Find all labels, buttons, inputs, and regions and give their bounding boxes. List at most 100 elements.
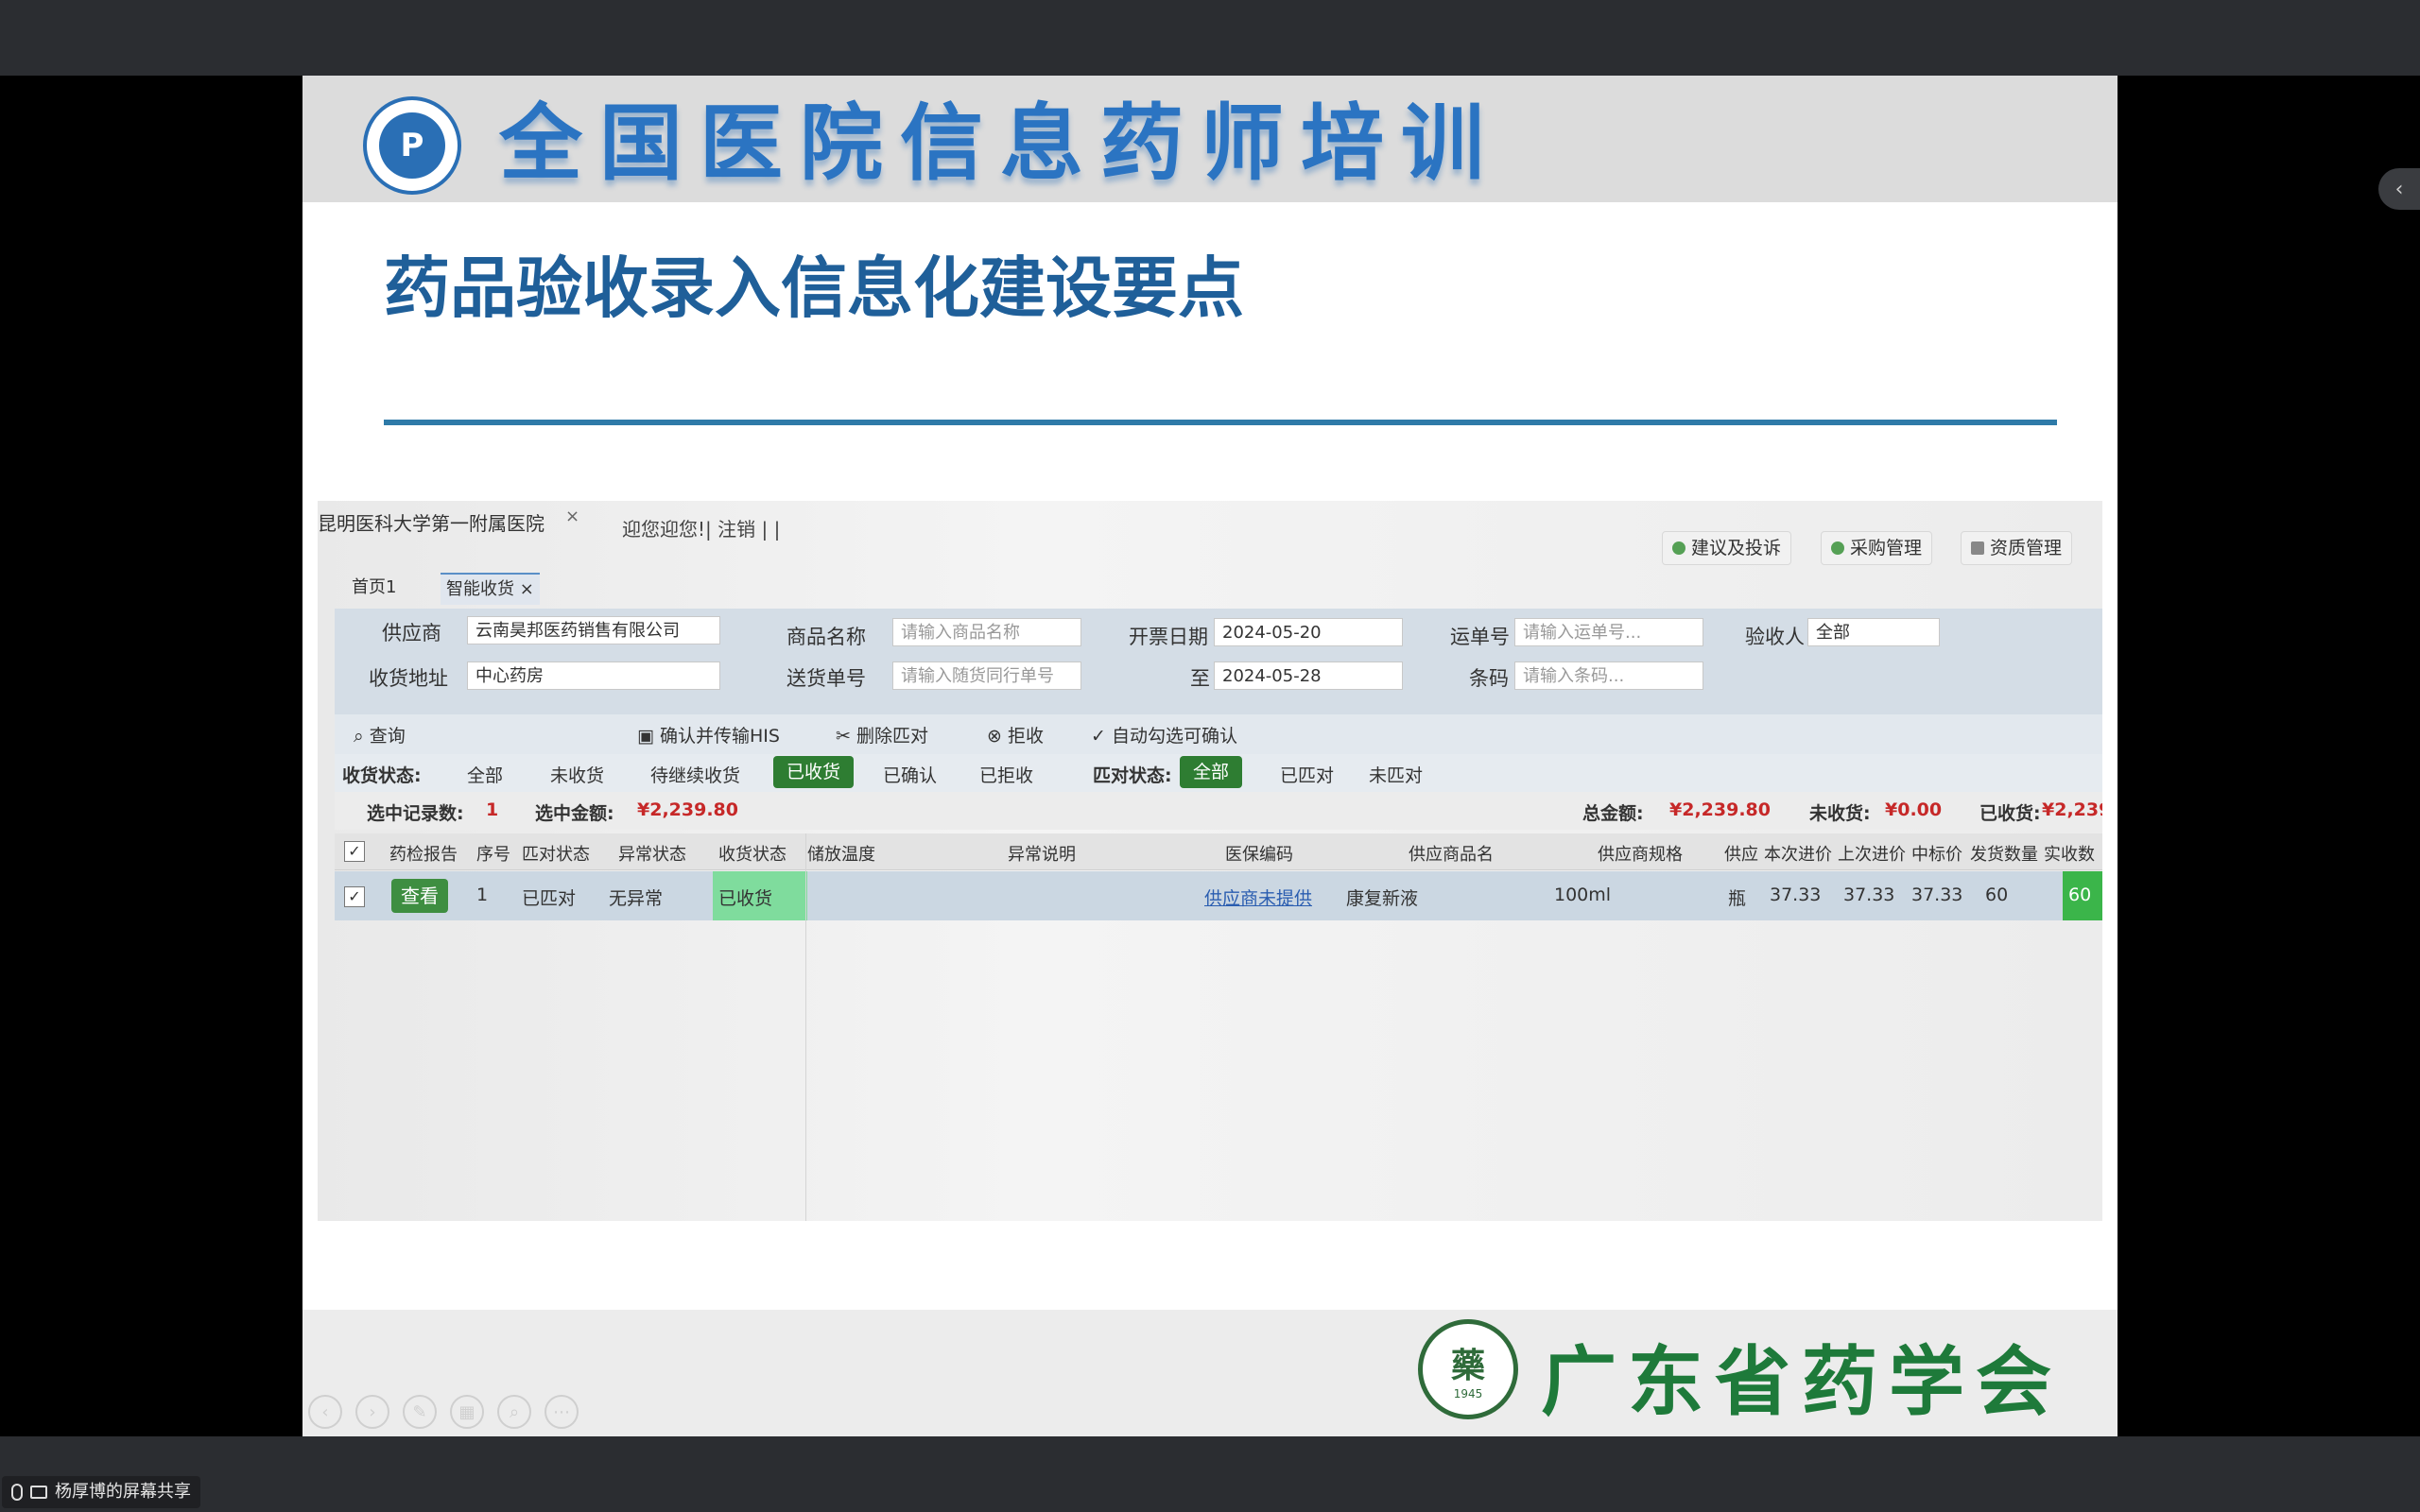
row-checkbox: ✓ <box>344 886 365 907</box>
selected-amount: ¥2,239.80 <box>637 799 738 820</box>
slideshow-controls: ‹ › ✎ ▦ ⌕ ⋯ <box>308 1395 579 1429</box>
invoice-date-label: 开票日期 <box>1129 626 1208 648</box>
slide-title: 药品验收录入信息化建设要点 <box>384 249 1244 327</box>
view-report-button: 查看 <box>391 879 448 913</box>
inspector-label: 验收人 <box>1745 626 1805 648</box>
col-price-now: 本次进价 <box>1764 845 1832 865</box>
presentation-slide: P 全国医院信息药师培训 药品验收录入信息化建设要点 昆明医科大学第一附属医院 … <box>302 76 2118 1436</box>
product-label: 商品名称 <box>786 626 866 648</box>
welcome-text: 迎您迎您!| 注销 | | <box>622 518 781 541</box>
unreceived-label: 未收货: <box>1809 803 1871 824</box>
close-icon: × <box>565 507 580 526</box>
screen-share-indicator: 杨厚博的屏幕共享 <box>2 1476 200 1508</box>
waybill-label: 运单号 <box>1450 626 1510 648</box>
address-select: 中心药房 <box>467 662 720 690</box>
col-insurance-code: 医保编码 <box>1225 845 1293 865</box>
circle-icon <box>1672 541 1685 555</box>
next-icon: › <box>355 1395 389 1429</box>
column-divider <box>805 833 806 1221</box>
table-row: ✓ 查看 1 已匹对 无异常 已收货 供应商未提供 康复新液 100ml 瓶 3… <box>335 871 2102 920</box>
to-label: 至 <box>1190 667 1210 690</box>
slide-header-band: P 全国医院信息药师培训 <box>302 76 2118 202</box>
hospital-tab: 昆明医科大学第一附属医院 <box>318 512 544 535</box>
col-supply: 供应 <box>1724 845 1758 865</box>
cell-spec: 100ml <box>1554 885 1612 905</box>
close-icon: × <box>519 579 534 599</box>
col-abnormal-desc: 异常说明 <box>1008 845 1076 865</box>
barcode-input: 请输入条码... <box>1514 662 1703 690</box>
total-label: 总金额: <box>1582 803 1644 824</box>
col-ship-qty: 发货数量 <box>1970 845 2038 865</box>
meeting-top-bar <box>0 0 2420 76</box>
date-to-input: 2024-05-28 <box>1214 662 1403 690</box>
selected-count: 1 <box>486 799 499 820</box>
cell-abnormal: 无异常 <box>609 888 664 909</box>
received-amount: ¥2,239. <box>2042 799 2102 820</box>
status-pending: 待继续收货 <box>650 765 741 786</box>
circle-icon <box>1831 541 1844 555</box>
sharer-name: 杨厚博的屏幕共享 <box>55 1482 191 1502</box>
status-unreceived: 未收货 <box>550 765 605 786</box>
match-matched: 已匹对 <box>1280 765 1335 786</box>
cell-price-now: 37.33 <box>1770 885 1822 905</box>
more-icon: ⋯ <box>544 1395 579 1429</box>
inspector-select: 全部 <box>1807 618 1940 646</box>
col-recv-qty: 实收数 <box>2044 845 2095 865</box>
society-seal-icon: 藥 1945 <box>1418 1319 1518 1419</box>
match-label: 匹对状态: <box>1093 765 1172 786</box>
status-received: 已收货 <box>773 756 855 788</box>
cell-unit: 瓶 <box>1728 888 1747 909</box>
tab-home: 首页1 <box>352 577 397 597</box>
training-logo-icon: P <box>363 96 461 195</box>
cell-insurance-code: 供应商未提供 <box>1204 888 1313 909</box>
query-button: ⌕ 查询 <box>354 726 406 747</box>
collapse-panel-button[interactable]: ‹ <box>2378 168 2420 210</box>
slides-icon: ▦ <box>450 1395 484 1429</box>
supplier-label: 供应商 <box>382 622 441 644</box>
col-seq: 序号 <box>476 845 510 865</box>
society-name: 广东省药学会 <box>1541 1338 2063 1426</box>
cell-product-name: 康复新液 <box>1346 888 1419 909</box>
select-all-checkbox: ✓ <box>344 841 365 862</box>
training-program-title: 全国医院信息药师培训 <box>499 94 1502 192</box>
status-label: 收货状态: <box>342 765 422 786</box>
col-spec: 供应商规格 <box>1598 845 1683 865</box>
match-unmatched: 未匹对 <box>1369 765 1424 786</box>
cell-recv-status: 已收货 <box>718 888 773 909</box>
previous-icon: ‹ <box>308 1395 342 1429</box>
match-all: 全部 <box>1180 756 1243 788</box>
total-amount: ¥2,239.80 <box>1669 799 1771 820</box>
zoom-icon: ⌕ <box>497 1395 531 1429</box>
cell-bid-price: 37.33 <box>1911 885 1963 905</box>
waybill-input: 请输入运单号... <box>1514 618 1703 646</box>
doc-icon <box>1971 541 1984 555</box>
product-input: 请输入商品名称 <box>892 618 1081 646</box>
status-all: 全部 <box>467 765 504 786</box>
col-product-name: 供应商品名 <box>1409 845 1494 865</box>
date-from-input: 2024-05-20 <box>1214 618 1403 646</box>
barcode-label: 条码 <box>1469 667 1509 690</box>
address-label: 收货地址 <box>369 667 448 690</box>
filter-panel: 供应商 云南昊邦医药销售有限公司 收货地址 中心药房 商品名称 请输入商品名称 … <box>335 609 2102 716</box>
system-screenshot: 昆明医科大学第一附属医院 × 迎您迎您!| 注销 | | 建议及投诉 采购管理 … <box>318 501 2102 1221</box>
status-filter-row: 收货状态: 全部 未收货 待继续收货 已收货 已确认 已拒收 匹对状态: 全部 … <box>335 754 2102 792</box>
procurement-button: 采购管理 <box>1821 531 1933 565</box>
cell-ship-qty: 60 <box>1985 885 2009 905</box>
tab-smart-receiving: 智能收货 × <box>441 573 540 605</box>
title-underline <box>384 420 2057 425</box>
col-report: 药检报告 <box>389 845 458 865</box>
cell-match: 已匹对 <box>522 888 577 909</box>
confirm-his-button: ▣ 确认并传输HIS <box>637 726 780 747</box>
qualification-button: 资质管理 <box>1961 531 2073 565</box>
col-temp: 储放温度 <box>807 845 875 865</box>
meeting-bottom-bar <box>0 1436 2420 1512</box>
pen-icon: ✎ <box>403 1395 437 1429</box>
summary-row: 选中记录数: 1 选中金额: ¥2,239.80 总金额: ¥2,239.80 … <box>335 792 2102 830</box>
delete-match-button: ✂ 删除匹对 <box>836 726 928 747</box>
col-price-last: 上次进价 <box>1838 845 1906 865</box>
col-recv-status: 收货状态 <box>718 845 786 865</box>
complaint-button: 建议及投诉 <box>1662 531 1792 565</box>
cell-recv-qty: 60 <box>2068 885 2092 905</box>
delivery-input: 请输入随货同行单号 <box>892 662 1081 690</box>
microphone-icon <box>11 1484 23 1501</box>
